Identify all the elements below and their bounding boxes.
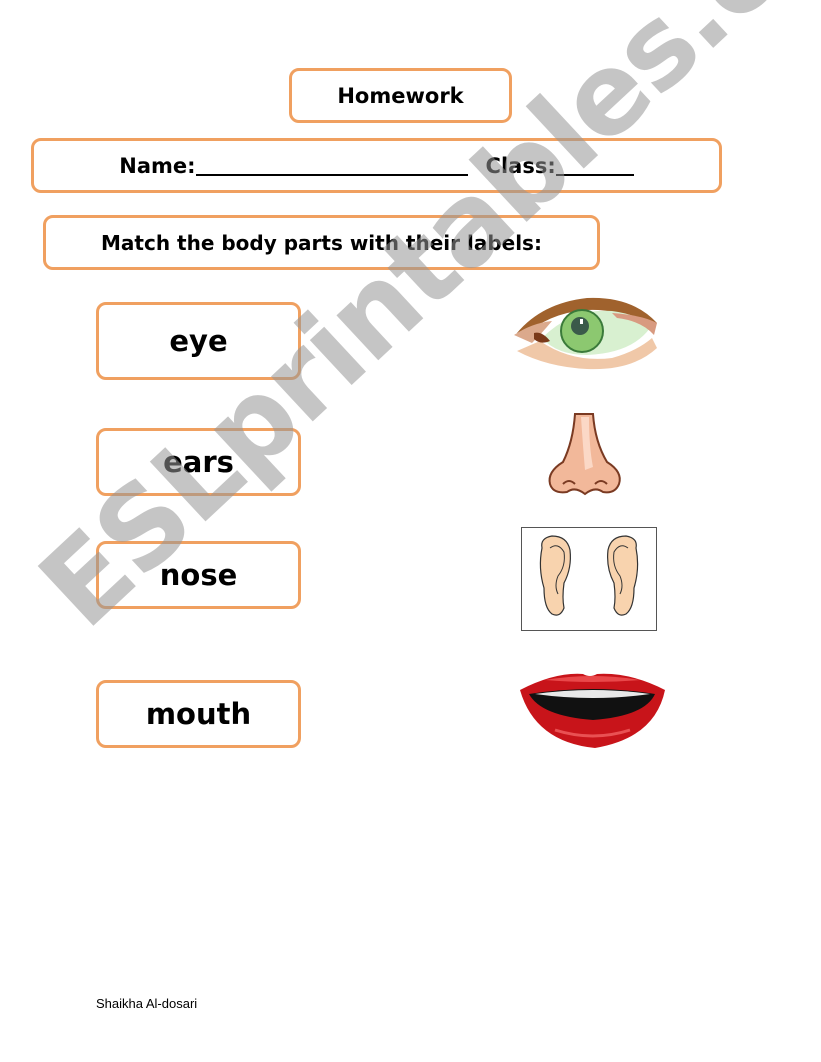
name-class-box: Name: Class: <box>31 138 722 193</box>
instruction-text: Match the body parts with their labels: <box>101 230 542 255</box>
label-text: nose <box>159 558 238 592</box>
instruction-box: Match the body parts with their labels: <box>43 215 600 270</box>
label-card-ears[interactable]: ears <box>96 428 301 496</box>
eye-icon <box>514 297 657 370</box>
label-card-eye[interactable]: eye <box>96 302 301 380</box>
nose-icon <box>548 413 621 496</box>
eye-picture[interactable] <box>512 293 662 373</box>
label-text: eye <box>169 324 228 358</box>
ears-icon <box>539 535 639 616</box>
author-footer: Shaikha Al-dosari <box>96 996 198 1011</box>
mouth-icon <box>520 673 665 748</box>
page-title: Homework <box>337 83 464 108</box>
class-blank-line[interactable] <box>555 156 634 176</box>
nose-picture[interactable] <box>545 412 625 497</box>
name-label: Name: <box>119 153 196 178</box>
label-card-nose[interactable]: nose <box>96 541 301 609</box>
label-card-mouth[interactable]: mouth <box>96 680 301 748</box>
class-label: Class: <box>485 153 556 178</box>
label-text: mouth <box>145 697 252 731</box>
ears-picture[interactable] <box>521 527 657 631</box>
label-text: ears <box>163 445 234 479</box>
mouth-picture[interactable] <box>515 668 670 752</box>
name-blank-line[interactable] <box>195 156 468 176</box>
title-box: Homework <box>289 68 512 123</box>
